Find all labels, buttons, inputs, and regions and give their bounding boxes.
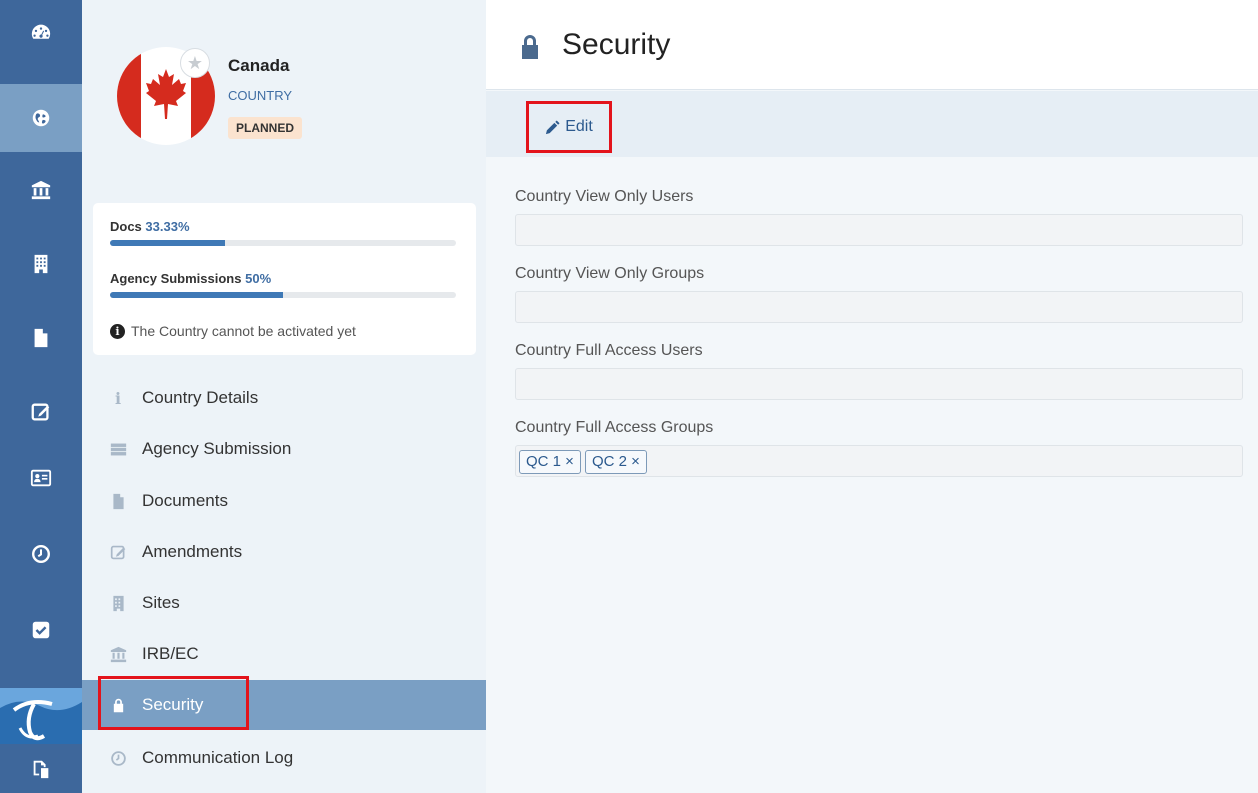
checkbox-icon[interactable] xyxy=(0,598,82,662)
toolbar: Edit xyxy=(486,91,1258,157)
field-label-view-only-users: Country View Only Users xyxy=(515,188,694,205)
docs-progress-label: Docs 33.33% xyxy=(110,219,190,234)
country-name: Canada xyxy=(228,56,290,75)
view-only-groups-input[interactable] xyxy=(515,291,1243,323)
agency-percent: 50% xyxy=(245,271,272,286)
field-label-full-access-users: Country Full Access Users xyxy=(515,342,703,359)
building-icon[interactable] xyxy=(0,232,82,296)
agency-progress-bar xyxy=(110,292,456,298)
building-icon xyxy=(108,594,128,612)
nav-label: Country Details xyxy=(142,388,259,407)
agency-progress-fill xyxy=(110,292,283,298)
favorite-star-icon[interactable]: ★ xyxy=(180,48,210,78)
status-badge: PLANNED xyxy=(228,117,303,139)
docs-label: Docs xyxy=(110,219,142,234)
full-access-users-input[interactable] xyxy=(515,368,1243,400)
nav-item-documents[interactable]: Documents xyxy=(82,476,486,526)
edit-icon xyxy=(108,543,128,561)
clock-icon[interactable] xyxy=(0,522,82,586)
pencil-icon xyxy=(546,119,560,134)
nav-item-country-details[interactable]: i Country Details xyxy=(82,373,486,423)
nav-label: Amendments xyxy=(142,542,243,561)
sidebar: ★ Canada COUNTRY PLANNED Docs 33.33% Age… xyxy=(82,0,486,793)
edit-button-label: Edit xyxy=(565,118,593,135)
lock-icon xyxy=(522,35,538,59)
agency-label: Agency Submissions xyxy=(110,271,242,286)
nav-label: Agency Submission xyxy=(142,439,292,458)
field-label-full-access-groups: Country Full Access Groups xyxy=(515,419,714,436)
nav-item-irb-ec[interactable]: IRB/EC xyxy=(82,629,486,679)
server-icon xyxy=(108,440,128,458)
globe-icon[interactable] xyxy=(0,84,82,152)
nav-item-communication-log[interactable]: Communication Log xyxy=(82,733,486,783)
page-title: Security xyxy=(562,28,671,61)
docs-progress-bar xyxy=(110,240,456,246)
tag-qc-2[interactable]: QC 2 × xyxy=(584,450,647,474)
nav-item-amendments[interactable]: Amendments xyxy=(82,527,486,577)
edit-button[interactable]: Edit xyxy=(526,101,612,153)
clock-icon xyxy=(108,749,128,767)
icon-rail xyxy=(0,0,82,793)
document-icon xyxy=(108,492,128,510)
nav-item-agency-submission[interactable]: Agency Submission xyxy=(82,424,486,474)
full-access-groups-input[interactable]: QC 1 × QC 2 × xyxy=(515,445,1243,477)
edit-icon[interactable] xyxy=(0,380,82,444)
institution-icon xyxy=(108,645,128,663)
institution-icon[interactable] xyxy=(0,158,82,222)
docs-percent: 33.33% xyxy=(145,219,190,234)
tag-qc-1[interactable]: QC 1 × xyxy=(519,450,581,474)
maple-leaf-icon xyxy=(146,69,186,119)
agency-progress-label: Agency Submissions 50% xyxy=(110,271,271,286)
app-logo[interactable] xyxy=(0,688,82,744)
nav-label: Documents xyxy=(142,491,228,510)
contact-card-icon[interactable] xyxy=(0,446,82,510)
dashboard-icon[interactable] xyxy=(0,0,82,64)
nav-label: Sites xyxy=(142,593,180,612)
view-only-users-input[interactable] xyxy=(515,214,1243,246)
info-circle-icon: i xyxy=(110,323,125,339)
document-icon[interactable] xyxy=(0,306,82,370)
nav-label: IRB/EC xyxy=(142,644,199,663)
info-icon: i xyxy=(114,388,122,408)
nav-label: Communication Log xyxy=(142,748,294,767)
main-content: Security Edit Country View Only Users Co… xyxy=(486,0,1258,793)
nav-item-sites[interactable]: Sites xyxy=(82,578,486,628)
progress-card: Docs 33.33% Agency Submissions 50% i The… xyxy=(93,203,476,355)
page-header: Security xyxy=(486,0,1258,90)
activation-note-text: The Country cannot be activated yet xyxy=(131,323,356,339)
docs-progress-fill xyxy=(110,240,226,246)
copy-icon[interactable] xyxy=(0,744,82,793)
tag-list: QC 1 × QC 2 × xyxy=(516,446,1242,478)
activation-note: i The Country cannot be activated yet xyxy=(110,323,356,339)
country-type: COUNTRY xyxy=(228,88,293,103)
security-highlight-box xyxy=(98,676,249,730)
field-label-view-only-groups: Country View Only Groups xyxy=(515,265,705,282)
